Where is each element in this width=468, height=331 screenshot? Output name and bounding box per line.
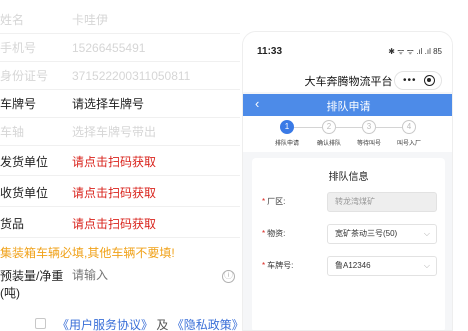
page-title: 排队申请 <box>326 101 371 113</box>
axle-value: 选择车牌号带出 <box>72 125 157 139</box>
container-notice: 集装箱车辆必填,其他车辆不要填! <box>0 246 175 260</box>
step-4-label: 叫号入厂 <box>396 141 421 147</box>
plate-field-label: * 车牌号: <box>262 261 294 270</box>
shipper-label: 发货单位 <box>0 155 49 169</box>
required-mark: * <box>262 229 266 238</box>
capsule-menu[interactable]: ••• <box>394 71 442 90</box>
step-4-circle: 4 <box>402 120 416 134</box>
step-1-circle: 1 <box>280 120 294 134</box>
name-value: 卡哇伊 <box>72 13 109 27</box>
status-time: 11:33 <box>257 46 283 57</box>
plate-field[interactable]: * 车牌号: 鲁A12346 ⌵ <box>252 256 445 276</box>
weight-input[interactable] <box>72 268 192 282</box>
material-field[interactable]: * 物资: 宽矿茶动三号(50) ⌵ <box>252 224 445 244</box>
required-mark: * <box>262 261 266 270</box>
step-1-label: 排队申请 <box>274 141 299 147</box>
plate-row[interactable]: 车牌号 请选择车牌号 <box>0 90 240 118</box>
close-target-icon[interactable] <box>424 75 435 86</box>
required-mark: * <box>262 197 266 206</box>
material-value: 宽矿茶动三号(50) <box>335 229 398 238</box>
weight-label-line2: (吨) <box>0 286 20 300</box>
receiver-label: 收货单位 <box>0 186 49 200</box>
weight-label: 预装量/净重 (吨) <box>0 268 63 302</box>
plate-select[interactable]: 请选择车牌号 <box>72 97 144 111</box>
page-header: ‹ 排队申请 <box>243 94 452 116</box>
privacy-policy-link[interactable]: 《隐私政策》 <box>172 318 244 331</box>
axle-label: 车轴 <box>0 125 25 139</box>
progress-steps: 1 2 3 4 排队申请 确认排队 等待叫号 叫号入厂 <box>243 116 452 152</box>
goods-scan-link[interactable]: 请点击扫码获取 <box>72 217 156 231</box>
agreement-checkbox[interactable] <box>35 318 46 329</box>
name-label: 姓名 <box>0 13 25 27</box>
agreement-text: 《用户服务协议》 及 《隐私政策》 <box>57 316 244 331</box>
axle-row: 车轴 选择车牌号带出 <box>0 118 240 146</box>
receiver-scan-link[interactable]: 请点击扫码获取 <box>72 186 156 200</box>
material-select[interactable]: 宽矿茶动三号(50) ⌵ <box>327 224 437 244</box>
step-3-circle: 3 <box>362 120 376 134</box>
info-icon[interactable]: ⓘ <box>222 270 235 283</box>
shipper-row[interactable]: 发货单位 请点击扫码获取 <box>0 148 240 176</box>
id-card-row: 身份证号 371522200311050811 <box>0 62 240 90</box>
step-2-circle: 2 <box>322 120 336 134</box>
card-title: 排队信息 <box>328 172 369 183</box>
step-connector <box>336 127 362 128</box>
step-2-label: 确认排队 <box>316 141 341 147</box>
more-icon[interactable]: ••• <box>403 72 417 89</box>
divider <box>0 206 240 207</box>
divider <box>0 145 240 146</box>
shipper-scan-link[interactable]: 请点击扫码获取 <box>72 155 156 169</box>
receiver-row[interactable]: 收货单位 请点击扫码获取 <box>0 179 240 207</box>
goods-label: 货品 <box>0 217 25 231</box>
plate-value: 鲁A12346 <box>335 261 371 270</box>
agreement-and: 及 <box>156 318 169 331</box>
step-3-label: 等待叫号 <box>356 141 381 147</box>
plate-label: 车牌号 <box>0 97 37 111</box>
status-icons: ✱ ᯤ ᯤ .ıl .ıl 85 <box>388 47 442 56</box>
mini-program-nav: 大车奔腾物流平台 ••• <box>243 70 452 92</box>
step-connector <box>376 127 402 128</box>
material-label: * 物资: <box>262 229 286 238</box>
goods-row[interactable]: 货品 请点击扫码获取 <box>0 210 240 238</box>
phone-row: 手机号 15266455491 <box>0 34 240 62</box>
chevron-down-icon: ⌵ <box>423 261 430 270</box>
divider <box>0 237 240 238</box>
phone-screen: 11:33 ✱ ᯤ ᯤ .ıl .ıl 85 大车奔腾物流平台 ••• ‹ 排队… <box>242 31 453 331</box>
user-agreement-link[interactable]: 《用户服务协议》 <box>57 318 153 331</box>
id-card-value: 371522200311050811 <box>72 69 191 83</box>
chevron-down-icon: ⌵ <box>423 229 430 238</box>
factory-field: * 厂区: 转龙湾煤矿 <box>252 192 445 212</box>
phone-label: 手机号 <box>0 41 37 55</box>
plate-select[interactable]: 鲁A12346 ⌵ <box>327 256 437 276</box>
phone-value: 15266455491 <box>72 41 146 55</box>
name-row: 姓名 卡哇伊 <box>0 6 240 34</box>
weight-label-line1: 预装量/净重 <box>0 269 64 283</box>
status-bar: 11:33 ✱ ᯤ ᯤ .ıl .ıl 85 <box>243 32 452 74</box>
divider <box>0 175 240 176</box>
left-form-panel: 姓名 卡哇伊 手机号 15266455491 身份证号 371522200311… <box>0 0 244 331</box>
factory-input: 转龙湾煤矿 <box>327 192 437 212</box>
id-card-label: 身份证号 <box>0 69 49 83</box>
step-connector <box>294 127 322 128</box>
queue-info-card: 排队信息 * 厂区: 转龙湾煤矿 * 物资: 宽矿茶动三号(50) ⌵ * 车牌号: … <box>252 158 445 330</box>
factory-label: * 厂区: <box>262 197 286 206</box>
